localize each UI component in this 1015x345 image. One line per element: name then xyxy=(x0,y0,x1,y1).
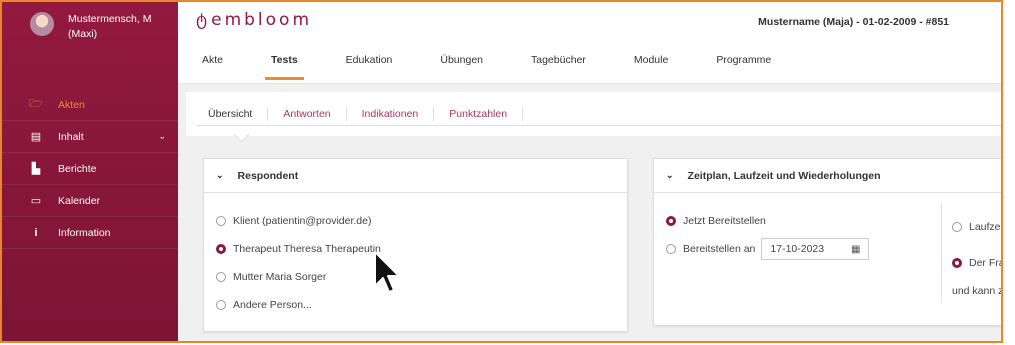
option-provide-at[interactable]: Bereitstellen an 17-10-2023 ▦ xyxy=(666,235,1000,263)
brand-name: embloom xyxy=(211,10,313,30)
subtab-antworten[interactable]: Antworten xyxy=(283,107,347,121)
app-window: Mustermensch, M (Maxi) 🗁 Akten ▤ Inhalt … xyxy=(0,0,1003,343)
schedule-card: ⌄ Zeitplan, Laufzeit und Wiederholungen … xyxy=(653,158,1003,326)
mouse-pointer-icon xyxy=(374,251,400,293)
date-input[interactable]: 17-10-2023 ▦ xyxy=(761,238,870,260)
radio-button[interactable] xyxy=(216,300,226,310)
chevron-down-icon: ⌄ xyxy=(216,170,224,180)
radio-button-checked[interactable] xyxy=(952,258,962,268)
tab-tests[interactable]: Tests xyxy=(265,54,304,80)
schedule-header[interactable]: ⌄ Zeitplan, Laufzeit und Wiederholungen xyxy=(654,159,1001,193)
main-tabs: Akte Tests Edukation Übungen Tagebücher … xyxy=(202,54,819,80)
option-label: Therapeut Theresa Therapeutin xyxy=(233,243,381,255)
tab-module[interactable]: Module xyxy=(634,54,668,76)
tab-uebungen[interactable]: Übungen xyxy=(440,54,483,76)
tab-programme[interactable]: Programme xyxy=(716,54,771,76)
respondent-card: ⌄ Respondent Klient (patientin@provider.… xyxy=(203,158,628,332)
schedule-column-2: Laufzei Der Fra und kann z xyxy=(952,209,1003,297)
schedule-note: und kann z xyxy=(952,285,1003,297)
subtab-punktzahlen[interactable]: Punktzahlen xyxy=(449,107,524,121)
respondent-title: Respondent xyxy=(237,169,299,182)
radio-button-checked[interactable] xyxy=(666,216,676,226)
sidebar: Mustermensch, M (Maxi) 🗁 Akten ▤ Inhalt … xyxy=(2,2,178,341)
top-header: ტ embloom Mustername (Maja) - 01-02-2009… xyxy=(178,2,1001,84)
date-value: 17-10-2023 xyxy=(770,243,825,255)
reports-icon: ▙ xyxy=(31,163,41,175)
radio-button[interactable] xyxy=(952,222,962,232)
radio-button-checked[interactable] xyxy=(216,244,226,254)
chevron-down-icon: ⌄ xyxy=(158,131,166,141)
patient-info: Mustername (Maja) - 01-02-2009 - #851 xyxy=(758,16,949,28)
respondent-option-client[interactable]: Klient (patientin@provider.de) xyxy=(216,207,615,235)
respondent-options: Klient (patientin@provider.de) Therapeut… xyxy=(204,193,627,333)
sidebar-nav: 🗁 Akten ▤ Inhalt ⌄ ▙ Berichte ▭ Kalender… xyxy=(2,89,178,249)
radio-button[interactable] xyxy=(216,216,226,226)
tab-akte[interactable]: Akte xyxy=(202,54,223,76)
option-label: Jetzt Bereitstellen xyxy=(683,215,766,227)
column-divider xyxy=(941,203,942,303)
tab-edukation[interactable]: Edukation xyxy=(346,54,393,76)
option-runtime[interactable]: Laufzei xyxy=(952,209,1003,245)
sidebar-item-berichte[interactable]: ▙ Berichte xyxy=(2,153,178,185)
option-label: Klient (patientin@provider.de) xyxy=(233,215,372,227)
sub-tabs: Übersicht Antworten Indikationen Punktza… xyxy=(186,92,1001,136)
option-label: Der Fra xyxy=(969,257,1003,269)
info-icon: i xyxy=(34,226,38,239)
subnav-divider xyxy=(196,125,1001,126)
sidebar-item-label: Inhalt xyxy=(58,130,84,143)
respondent-header[interactable]: ⌄ Respondent xyxy=(204,159,627,193)
sidebar-item-kalender[interactable]: ▭ Kalender xyxy=(2,185,178,217)
brand-logo[interactable]: ტ embloom xyxy=(196,10,312,30)
sidebar-item-label: Information xyxy=(58,226,111,239)
content-icon: ▤ xyxy=(30,131,42,143)
avatar xyxy=(30,12,54,36)
calendar-icon[interactable]: ▦ xyxy=(851,244,860,255)
user-name: Mustermensch, M (Maxi) xyxy=(68,13,152,40)
chevron-down-icon: ⌄ xyxy=(666,170,674,180)
option-label: Laufzei xyxy=(969,221,1003,233)
option-provide-now[interactable]: Jetzt Bereitstellen xyxy=(666,207,1000,235)
monitor-icon: ▭ xyxy=(30,195,42,207)
folder-icon: 🗁 xyxy=(29,98,43,110)
main-content: Übersicht Antworten Indikationen Punktza… xyxy=(178,84,1001,341)
sidebar-item-inhalt[interactable]: ▤ Inhalt ⌄ xyxy=(2,121,178,153)
option-question[interactable]: Der Fra xyxy=(952,245,1003,281)
sidebar-item-akten[interactable]: 🗁 Akten xyxy=(2,89,178,121)
schedule-options: Jetzt Bereitstellen Bereitstellen an 17-… xyxy=(654,193,1001,277)
subtab-indikationen[interactable]: Indikationen xyxy=(362,107,435,121)
logo-mark-icon: ტ xyxy=(196,10,208,29)
sidebar-item-label: Berichte xyxy=(58,162,97,175)
subtab-uebersicht[interactable]: Übersicht xyxy=(208,107,269,121)
sidebar-item-label: Akten xyxy=(58,98,85,111)
user-profile[interactable]: Mustermensch, M (Maxi) xyxy=(2,2,178,82)
sidebar-item-information[interactable]: i Information xyxy=(2,217,178,249)
respondent-option-other[interactable]: Andere Person... xyxy=(216,291,615,319)
schedule-title: Zeitplan, Laufzeit und Wiederholungen xyxy=(687,169,881,182)
tab-tagebuecher[interactable]: Tagebücher xyxy=(531,54,586,76)
radio-button[interactable] xyxy=(216,272,226,282)
option-label: Bereitstellen an xyxy=(683,243,756,255)
radio-button[interactable] xyxy=(666,244,676,254)
respondent-option-therapist[interactable]: Therapeut Theresa Therapeutin xyxy=(216,235,615,263)
respondent-option-mother[interactable]: Mutter Maria Sorger xyxy=(216,263,615,291)
option-label: Andere Person... xyxy=(233,299,312,311)
option-label: Mutter Maria Sorger xyxy=(233,271,327,283)
sidebar-item-label: Kalender xyxy=(58,194,101,207)
